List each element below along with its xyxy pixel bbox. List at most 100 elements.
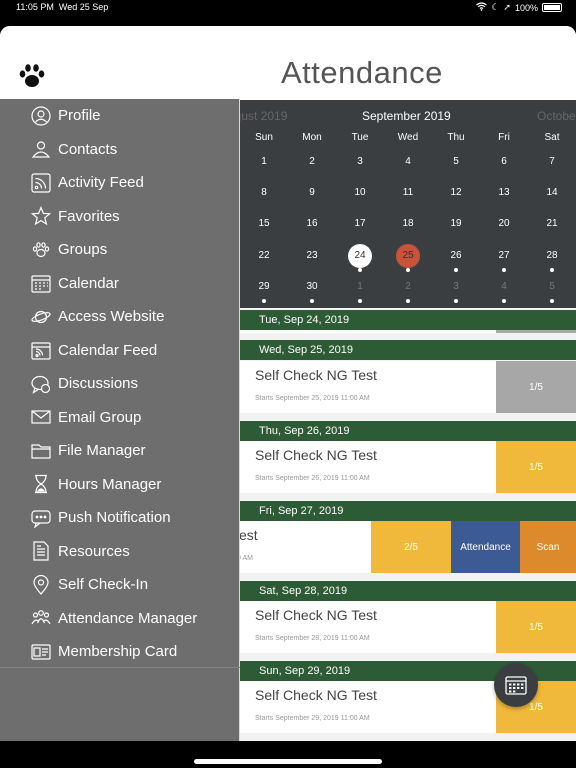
calendar-day[interactable]: 22: [252, 244, 276, 268]
calendar-day[interactable]: 24: [348, 244, 372, 268]
calendar-day[interactable]: 10: [348, 181, 372, 205]
attendance-count-badge[interactable]: 1/5: [496, 601, 576, 653]
calendar-day[interactable]: 7: [540, 150, 564, 174]
menu-item-access-website[interactable]: Access Website: [0, 300, 240, 334]
calendar-day[interactable]: 9: [300, 181, 324, 205]
calendar-day[interactable]: 8: [252, 181, 276, 205]
event-dot: [550, 268, 554, 272]
menu-item-membership-card[interactable]: Membership Card: [0, 635, 240, 669]
menu-item-calendar[interactable]: Calendar: [0, 267, 240, 301]
calendar-day[interactable]: 4: [492, 275, 516, 299]
calendar-day[interactable]: 13: [492, 181, 516, 205]
date-header: Fri, Sep 27, 2019: [240, 501, 576, 521]
attendance-count-badge[interactable]: 1/5: [496, 441, 576, 493]
calendar-day[interactable]: 16: [300, 212, 324, 236]
menu-item-profile[interactable]: Profile: [0, 99, 240, 133]
menu-item-label: Calendar: [58, 274, 119, 292]
attendance-count-badge[interactable]: 1/5: [496, 361, 576, 413]
calendar-day[interactable]: 14: [540, 181, 564, 205]
calendar-day[interactable]: 1: [348, 275, 372, 299]
moon-icon: ☾: [491, 2, 500, 12]
event-card[interactable]: est 0 AM 2/5AttendanceScan: [240, 521, 576, 573]
menu-item-calendar-feed[interactable]: Calendar Feed: [0, 334, 240, 368]
calendar-day[interactable]: 4: [396, 150, 420, 174]
calendar-day[interactable]: 26: [444, 244, 468, 268]
scan-button[interactable]: Scan: [520, 521, 576, 573]
calendar-day[interactable]: 23: [300, 244, 324, 268]
menu-item-favorites[interactable]: Favorites: [0, 200, 240, 234]
calendar-day[interactable]: 3: [348, 150, 372, 174]
wifi-icon: [476, 2, 488, 13]
calendar-day[interactable]: 25: [396, 244, 420, 268]
folder-icon: [30, 440, 52, 462]
prev-month-label[interactable]: August 2019: [240, 109, 287, 123]
weekday-label: Fri: [498, 132, 510, 143]
calendar-day[interactable]: 11: [396, 181, 420, 205]
menu-item-label: Discussions: [58, 375, 139, 393]
calendar-day[interactable]: 5: [540, 275, 564, 299]
menu-item-discussions[interactable]: Discussions: [0, 367, 240, 401]
event-title: Self Check NG Test: [255, 447, 377, 463]
menu-item-email-group[interactable]: Email Group: [0, 401, 240, 435]
calendar-day[interactable]: 19: [444, 212, 468, 236]
event-dot: [358, 299, 362, 303]
month-calendar: August 2019 September 2019 October 2019 …: [240, 100, 576, 308]
calendar-fab-button[interactable]: [494, 663, 538, 707]
event-dot: [502, 299, 506, 303]
calendar-day[interactable]: 18: [396, 212, 420, 236]
menu-item-push-notification[interactable]: Push Notification: [0, 501, 240, 535]
menu-item-label: Calendar Feed: [58, 341, 158, 359]
calendar-day[interactable]: 29: [252, 275, 276, 299]
date-header: Wed, Sep 25, 2019: [240, 340, 576, 360]
calendar-day[interactable]: 30: [300, 275, 324, 299]
menu-item-activity-feed[interactable]: Activity Feed: [0, 166, 240, 200]
menu-item-contacts[interactable]: Contacts: [0, 133, 240, 167]
calendar-day[interactable]: 2: [300, 150, 324, 174]
event-card[interactable]: Self Check NG Test Starts September 28, 2…: [240, 601, 576, 653]
calendar-day[interactable]: 17: [348, 212, 372, 236]
menu-item-resources[interactable]: Resources: [0, 535, 240, 569]
event-dot: [310, 299, 314, 303]
calendar-day[interactable]: 3: [444, 275, 468, 299]
menu-item-label: Resources: [58, 542, 130, 560]
event-card[interactable]: Self Check NG Test Starts September 26, 2…: [240, 441, 576, 493]
home-indicator[interactable]: [194, 759, 382, 764]
next-month-label[interactable]: October 2019: [537, 109, 576, 123]
calendar-day[interactable]: 6: [492, 150, 516, 174]
event-card[interactable]: Self Check NG Test Starts September 25, 2…: [240, 361, 576, 413]
menu-item-attendance-manager[interactable]: Attendance Manager: [0, 602, 240, 636]
calendar-icon: [505, 676, 527, 695]
calendar-day[interactable]: 1: [252, 150, 276, 174]
attendance-header: Attendance: [240, 26, 576, 100]
attendance-panel: Attendance August 2019 September 2019 Oc…: [240, 26, 576, 741]
calendar-day[interactable]: 28: [540, 244, 564, 268]
event-start-time: Starts September 28, 2019 11:00 AM: [255, 635, 370, 642]
menu-item-label: Favorites: [58, 207, 120, 225]
people-icon: [30, 607, 52, 629]
attendance-button[interactable]: Attendance: [451, 521, 520, 573]
menu-item-label: Hours Manager: [58, 475, 162, 493]
attendance-count-badge[interactable]: 2/5: [371, 521, 451, 573]
menu-item-hours-manager[interactable]: Hours Manager: [0, 468, 240, 502]
event-count-peek: [496, 330, 576, 333]
calendar-day[interactable]: 21: [540, 212, 564, 236]
weekday-label: Thu: [447, 132, 465, 143]
drawer-menu: Profile Contacts Activity Feed Favorites Gro…: [0, 99, 240, 669]
menu-item-label: Groups: [58, 241, 108, 259]
calendar-day[interactable]: 20: [492, 212, 516, 236]
menu-item-groups[interactable]: Groups: [0, 233, 240, 267]
calendar-day[interactable]: 2: [396, 275, 420, 299]
calendar-day[interactable]: 12: [444, 181, 468, 205]
calendar-day[interactable]: 5: [444, 150, 468, 174]
event-start-time: 0 AM: [240, 555, 253, 562]
menu-item-label: Email Group: [58, 408, 142, 426]
menu-item-self-check-in[interactable]: Self Check-In: [0, 568, 240, 602]
menu-item-file-manager[interactable]: File Manager: [0, 434, 240, 468]
event-title: Self Check NG Test: [255, 687, 377, 703]
event-title: est: [240, 527, 258, 543]
weekday-label: Sun: [255, 132, 273, 143]
drawer-header: [0, 26, 240, 99]
calendar-day[interactable]: 15: [252, 212, 276, 236]
contacts-icon: [30, 138, 52, 160]
calendar-day[interactable]: 27: [492, 244, 516, 268]
